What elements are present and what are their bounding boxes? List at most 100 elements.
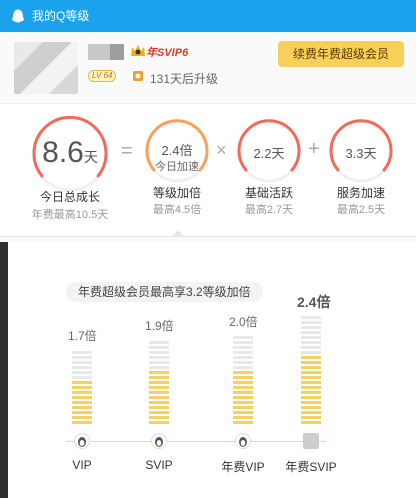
nickname-blurred-2 <box>110 44 124 60</box>
bar-segment <box>233 386 253 389</box>
equals-sign: = <box>121 140 133 162</box>
bar-segment <box>301 346 321 349</box>
bar-segment <box>149 406 169 409</box>
category-label: 年费SVIP <box>285 460 337 474</box>
bar-segment <box>301 396 321 399</box>
bar-segment <box>233 376 253 379</box>
svip-badge[interactable]: 年SVIP6 <box>146 44 188 60</box>
bar-segment <box>72 371 92 374</box>
q-level-window: 我的Q等级 年SVIP6 LV 64 131天后升级 续费年费超级会员 8.6天 <box>0 0 416 498</box>
bar-segment <box>149 346 169 349</box>
level-badge[interactable]: LV 64 <box>88 70 117 82</box>
bar-segment <box>301 316 321 319</box>
bar-value-label: 2.0倍 <box>229 315 258 329</box>
bar-segment <box>149 416 169 419</box>
nickname-blurred <box>88 44 110 60</box>
bar-segment <box>149 381 169 384</box>
bar-segment <box>72 401 92 404</box>
level-multiplier-gauge: 2.4倍 今日加速 <box>144 118 210 184</box>
bar-segment <box>149 411 169 414</box>
bar-value-label: 1.9倍 <box>145 319 174 333</box>
category-label: 年费VIP <box>221 460 265 474</box>
bar-segment <box>72 361 92 364</box>
qq-penguin-icon <box>12 9 24 23</box>
bar-segment <box>72 406 92 409</box>
level-multiplier-chart: 年费超级会员最高享3.2等级加倍 1.7倍 VIP 1.9倍 SVIP 2.0倍 年费VI… <box>0 242 416 498</box>
bar-segment <box>301 401 321 404</box>
level-multiplier-value: 2.4倍 <box>161 143 193 158</box>
bar-segment <box>149 341 169 344</box>
bar-segment <box>233 421 253 424</box>
bar-segment <box>233 381 253 384</box>
renew-svip-button[interactable]: 续费年费超级会员 <box>278 41 404 67</box>
bar-segment <box>233 356 253 359</box>
bar-segment <box>72 421 92 424</box>
total-growth-value: 8.6 <box>42 136 84 169</box>
plus-sign: + <box>308 138 320 160</box>
user-header: 年SVIP6 LV 64 131天后升级 续费年费超级会员 <box>0 32 416 104</box>
service-boost-value: 3.3天 <box>345 146 377 161</box>
level-multiplier-inner-sub: 今日加速 <box>155 161 199 173</box>
bar-年费SVIP <box>301 314 321 426</box>
background-edge <box>0 242 8 498</box>
bar-segment <box>233 366 253 369</box>
service-boost-sub: 最高2.5天 <box>336 204 386 216</box>
penguin-node-icon <box>151 433 167 449</box>
service-boost-label: 服务加速 <box>336 186 385 200</box>
bar-value-label: 2.4倍 <box>297 294 331 310</box>
bar-segment <box>149 356 169 359</box>
bar-segment <box>233 411 253 414</box>
level-crown-icon <box>133 71 143 81</box>
window-title: 我的Q等级 <box>32 9 90 23</box>
bar-segment <box>301 351 321 354</box>
bar-segment <box>72 351 92 354</box>
bar-segment <box>149 376 169 379</box>
bar-VIP <box>72 347 92 426</box>
bar-segment <box>149 351 169 354</box>
bar-segment <box>233 396 253 399</box>
bar-segment <box>301 391 321 394</box>
service-boost-gauge: 3.3天 <box>328 118 394 184</box>
total-growth-gauge: 8.6天 <box>30 114 110 194</box>
category-label: VIP <box>72 458 92 472</box>
chart-axis-line <box>66 441 326 442</box>
penguin-node-icon <box>235 433 251 449</box>
bar-segment <box>149 396 169 399</box>
bar-segment <box>149 361 169 364</box>
title-bar[interactable]: 我的Q等级 <box>0 0 416 32</box>
avatar[interactable] <box>14 42 78 94</box>
bar-SVIP <box>149 337 169 426</box>
bar-segment <box>301 361 321 364</box>
basic-active-value: 2.2天 <box>253 146 285 161</box>
bar-segment <box>72 366 92 369</box>
bar-segment <box>72 386 92 389</box>
bar-segment <box>72 411 92 414</box>
bar-segment <box>301 341 321 344</box>
bar-segment <box>301 326 321 329</box>
bar-segment <box>301 336 321 339</box>
bar-segment <box>72 376 92 379</box>
growth-gauges: 8.6天 今日总成长 年费最高10.5天 = 2.4倍 今日加速 等级加倍 最高… <box>0 104 416 236</box>
chart-title: 年费超级会员最高享3.2等级加倍 <box>66 282 263 302</box>
upgrade-countdown: 131天后升级 <box>150 72 219 86</box>
multiply-sign: × <box>216 140 227 160</box>
bar-segment <box>72 391 92 394</box>
bar-segment <box>149 366 169 369</box>
total-growth-unit: 天 <box>83 149 98 165</box>
bar-segment <box>233 406 253 409</box>
bar-segment <box>301 321 321 324</box>
bar-segment <box>233 351 253 354</box>
bar-segment <box>301 411 321 414</box>
pointer-arrow <box>172 230 184 237</box>
bar-segment <box>301 416 321 419</box>
node-placeholder-icon <box>303 433 319 449</box>
bar-segment <box>72 416 92 419</box>
bar-segment <box>233 336 253 339</box>
bar-segment <box>233 416 253 419</box>
category-label: SVIP <box>145 458 173 472</box>
bar-segment <box>301 381 321 384</box>
bar-segment <box>72 356 92 359</box>
level-multiplier-label: 等级加倍 <box>152 186 201 200</box>
bar-segment <box>72 381 92 384</box>
bar-segment <box>149 371 169 374</box>
